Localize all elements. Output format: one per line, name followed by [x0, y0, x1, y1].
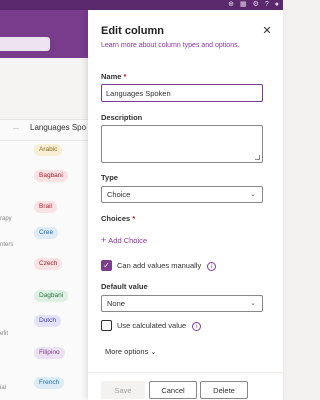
can-add-manually-label: Can add values manually i [117, 261, 217, 271]
info-icon[interactable]: i [192, 321, 202, 331]
type-label: Type [101, 173, 118, 182]
panel-overlay [0, 10, 88, 400]
title-bar: ⊕ ▦ ⚙ ? ● [0, 0, 283, 10]
panel-title: Edit column [101, 25, 164, 37]
add-choice-button[interactable]: + Add Choice [101, 235, 147, 245]
resize-handle[interactable] [255, 155, 260, 160]
use-calculated-checkbox[interactable] [101, 320, 112, 331]
use-calculated-label: Use calculated value i [117, 321, 202, 331]
can-add-manually-checkbox[interactable]: ✓ [101, 260, 112, 271]
type-dropdown[interactable]: Choice ⌄ [101, 186, 263, 203]
name-label: Name * [101, 72, 126, 81]
name-label-text: Name [101, 72, 122, 81]
account-icon[interactable]: ● [275, 0, 279, 10]
chevron-down-icon: ⌄ [150, 349, 157, 356]
save-button[interactable]: Save [101, 381, 145, 399]
footer-divider [88, 372, 283, 373]
description-input[interactable] [101, 125, 263, 163]
close-icon: ✕ [262, 25, 272, 37]
more-options-button[interactable]: More options ⌄ [105, 347, 156, 356]
chevron-down-icon: ⌄ [250, 300, 256, 307]
info-icon[interactable]: i [207, 261, 217, 271]
description-label: Description [101, 113, 143, 122]
close-button[interactable]: ✕ [262, 25, 272, 37]
default-value-label: Default value [101, 282, 148, 291]
required-mark: * [132, 214, 136, 223]
default-value: None [107, 299, 125, 308]
checkmark-icon: ✓ [103, 261, 110, 270]
add-choice-label: Add Choice [108, 236, 148, 245]
name-input[interactable] [101, 84, 263, 102]
plus-icon: + [101, 235, 107, 245]
grid-icon[interactable]: ▦ [240, 0, 247, 10]
chevron-down-icon: ⌄ [250, 191, 256, 198]
can-add-manually-text: Can add values manually [117, 261, 202, 270]
use-calculated-text: Use calculated value [117, 321, 187, 330]
cancel-button[interactable]: Cancel [149, 381, 197, 399]
choices-label: Choices * [101, 214, 135, 223]
learn-more-link[interactable]: Learn more about column types and option… [101, 42, 240, 49]
settings-icon[interactable]: ⚙ [253, 0, 259, 10]
title-bar-icons: ⊕ ▦ ⚙ ? ● [228, 0, 279, 10]
default-value-dropdown[interactable]: None ⌄ [101, 295, 263, 312]
delete-button[interactable]: Delete [200, 381, 248, 399]
edit-column-panel: Edit column ✕ Learn more about column ty… [88, 10, 283, 400]
help-icon[interactable]: ? [265, 0, 269, 10]
choices-label-text: Choices [101, 214, 131, 223]
more-options-label: More options [105, 347, 149, 356]
user-icon[interactable]: ⊕ [228, 0, 234, 10]
type-value: Choice [107, 190, 131, 199]
required-mark: * [123, 72, 127, 81]
